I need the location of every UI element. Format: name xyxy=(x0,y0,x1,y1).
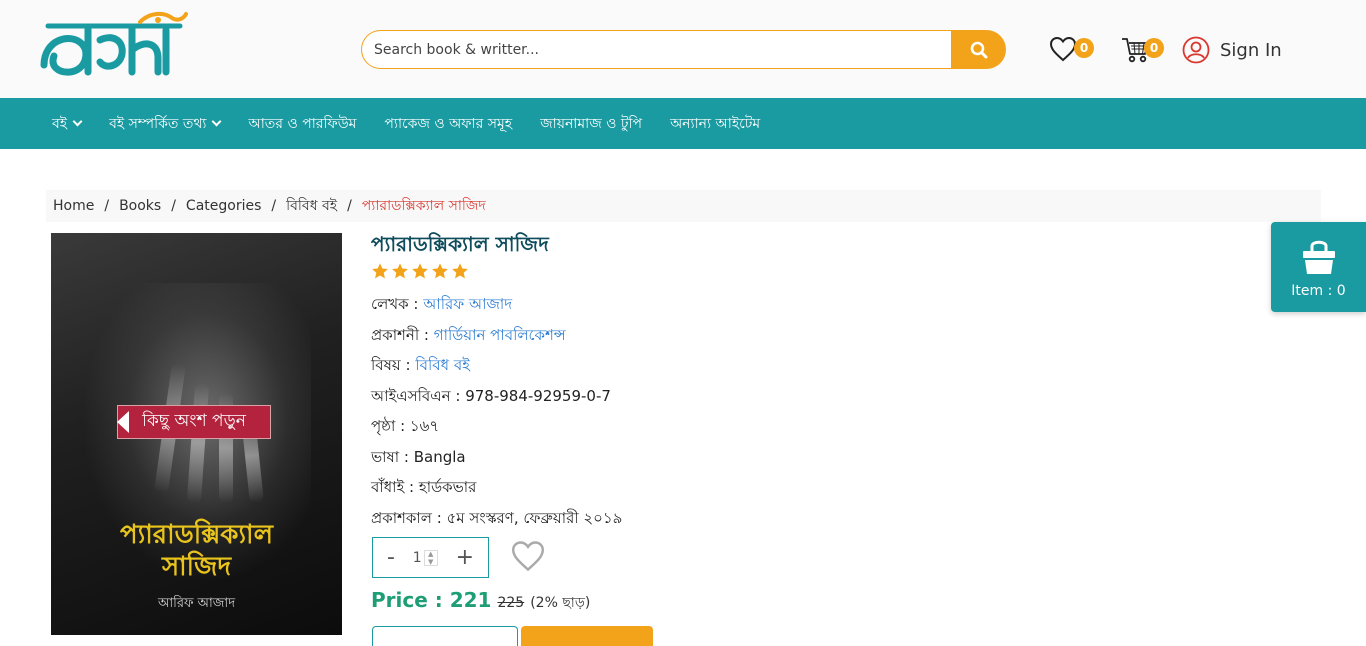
search-icon xyxy=(970,41,987,58)
subject-row: বিষয় : বিবিধ বই xyxy=(371,354,470,379)
breadcrumb-current: প্যারাডক্সিক্যাল সাজিদ xyxy=(361,198,486,214)
breadcrumb-categories[interactable]: Categories xyxy=(186,198,261,214)
star-icon xyxy=(372,263,388,279)
cover-author: আরিফ আজাদ xyxy=(157,596,236,611)
chevron-up-icon: ▲ xyxy=(428,549,434,558)
add-to-wishlist-button[interactable] xyxy=(510,540,546,576)
nav-item-perfume[interactable]: আতর ও পারফিউম xyxy=(248,112,356,136)
heart-icon xyxy=(1049,36,1077,62)
breadcrumb-separator: / xyxy=(104,198,110,214)
rating-stars xyxy=(371,262,469,280)
nav-item-book-info[interactable]: বই সম্পর্কিত তথ্য xyxy=(109,112,222,136)
read-more-button[interactable] xyxy=(372,626,518,646)
publisher-label: প্রকাশনী : xyxy=(371,326,429,344)
chevron-down-icon xyxy=(212,116,222,127)
quantity-stepper: - 1 ▲ ▼ + xyxy=(372,537,489,578)
nav-item-label: জায়নামাজ ও টুপি xyxy=(540,115,643,132)
nav-item-label: প্যাকেজ ও অফার সমূহ xyxy=(384,115,513,132)
binding-row: বাঁধাই : হার্ডকভার xyxy=(371,478,477,496)
book-title: প্যারাডক্সিক্যাল সাজিদ xyxy=(371,232,549,256)
site-logo[interactable] xyxy=(40,10,188,82)
nav-item-label: আতর ও পারফিউম xyxy=(248,115,357,132)
nav-item-label: বই সম্পর্কিত তথ্য xyxy=(109,115,207,132)
author-link[interactable]: আরিফ আজাদ xyxy=(423,295,512,313)
quantity-increase-button[interactable]: + xyxy=(456,546,474,569)
cover-title-line: প্যারাডক্সিক্যাল xyxy=(120,520,273,550)
pages-row: পৃষ্ঠা : ১৬৭ xyxy=(371,417,440,435)
nav-item-label: অন্যান্য আইটেম xyxy=(670,115,761,132)
user-icon xyxy=(1182,36,1210,64)
language-row: ভাষা : Bangla xyxy=(371,448,466,466)
nav-item-label: বই xyxy=(52,115,68,132)
chevron-down-icon: ▼ xyxy=(428,557,434,566)
price-current: Price : 221 xyxy=(371,588,492,612)
breadcrumb-separator: / xyxy=(271,198,277,214)
heart-icon xyxy=(511,541,545,572)
main-nav: বই বই সম্পর্কিত তথ্য আতর ও পারফিউম প্যাক… xyxy=(0,98,1366,149)
sign-in-link[interactable]: Sign In xyxy=(1182,36,1282,64)
star-icon xyxy=(412,263,428,279)
price-discount: (2% ছাড়) xyxy=(530,595,591,611)
publisher-row: প্রকাশনী : গার্ডিয়ান পাবলিকেশন্স xyxy=(371,324,566,349)
floating-cart-label: Item : 0 xyxy=(1291,283,1346,299)
breadcrumb-separator: / xyxy=(171,198,176,214)
cover-title-line: সাজিদ xyxy=(161,552,232,582)
shopping-bag-icon xyxy=(1302,240,1335,274)
site-header: 0 0 Sign In xyxy=(0,0,1366,98)
author-label: লেখক : xyxy=(371,295,419,313)
nav-item-books[interactable]: বই xyxy=(52,112,83,136)
search-button[interactable] xyxy=(951,30,1006,69)
arrow-left-icon xyxy=(117,411,129,433)
breadcrumb-category[interactable]: বিবিধ বই xyxy=(286,194,337,218)
subject-label: বিষয় : xyxy=(371,356,411,374)
floating-cart[interactable]: Item : 0 xyxy=(1271,222,1366,312)
search-bar xyxy=(361,30,1006,69)
published-row: প্রকাশকাল : ৫ম সংস্করণ, ফেব্রুয়ারী ২০১৯ xyxy=(371,509,623,527)
isbn-row: আইএসবিএন : 978-984-92959-0-7 xyxy=(371,387,611,405)
price-original: 225 xyxy=(497,595,525,611)
quantity-value[interactable]: 1 xyxy=(413,550,422,566)
search-input[interactable] xyxy=(361,30,952,69)
breadcrumb-books[interactable]: Books xyxy=(119,198,161,214)
quantity-decrease-button[interactable]: - xyxy=(387,546,395,569)
add-to-cart-button[interactable] xyxy=(521,626,653,646)
star-icon xyxy=(432,263,448,279)
sign-in-label: Sign In xyxy=(1220,39,1282,61)
wishlist-count-badge: 0 xyxy=(1074,38,1094,58)
breadcrumb-separator: / xyxy=(347,198,352,214)
chevron-down-icon xyxy=(72,116,83,127)
star-icon xyxy=(452,263,468,279)
author-row: লেখক : আরিফ আজাদ xyxy=(371,293,512,318)
cart-button[interactable]: 0 xyxy=(1120,36,1164,68)
price-row: Price : 221 225 (2% ছাড়) xyxy=(371,588,590,615)
nav-item-other[interactable]: অন্যান্য আইটেম xyxy=(670,112,760,136)
cover-title: প্যারাডক্সিক্যাল সাজিদ xyxy=(51,519,342,583)
cart-count-badge: 0 xyxy=(1144,38,1164,58)
wishlist-button[interactable]: 0 xyxy=(1049,36,1094,66)
read-preview-button[interactable]: কিছু অংশ পড়ুন xyxy=(117,405,271,439)
breadcrumb-home[interactable]: Home xyxy=(53,198,94,214)
publisher-link[interactable]: গার্ডিয়ান পাবলিকেশন্স xyxy=(434,326,566,344)
quantity-spinner[interactable]: ▲ ▼ xyxy=(423,549,438,566)
star-icon xyxy=(392,263,408,279)
book-cover-image[interactable]: কিছু অংশ পড়ুন প্যারাডক্সিক্যাল সাজিদ আর… xyxy=(51,233,342,635)
nav-item-prayer-mat[interactable]: জায়নামাজ ও টুপি xyxy=(540,112,642,136)
breadcrumb: Home / Books / Categories / বিবিধ বই / প… xyxy=(46,190,1321,222)
subject-link[interactable]: বিবিধ বই xyxy=(415,356,470,374)
logo-graphic xyxy=(40,11,188,76)
nav-item-packages[interactable]: প্যাকেজ ও অফার সমূহ xyxy=(384,112,512,136)
